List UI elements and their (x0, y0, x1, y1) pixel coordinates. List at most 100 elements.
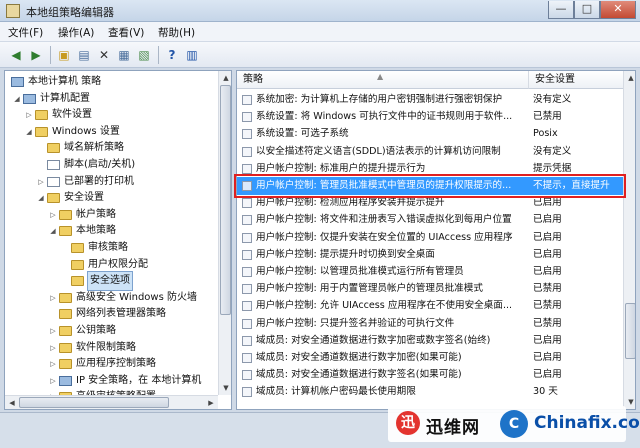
folder-icon (35, 126, 48, 137)
tree-item[interactable]: ◢ 本地策略 (5, 222, 219, 240)
collapse-icon[interactable]: ◢ (37, 189, 45, 207)
tree-hscroll-thumb[interactable] (19, 397, 169, 408)
policy-setting-icon (242, 335, 252, 346)
folder-icon (35, 110, 48, 121)
forward-arrow-icon[interactable]: ▶ (28, 47, 44, 63)
tree-item[interactable]: ▷ 已部署的打印机 (5, 173, 219, 191)
collapse-icon[interactable]: ◢ (49, 222, 57, 240)
policy-row[interactable]: 用户帐户控制: 仅提升安装在安全位置的 UIAccess 应用程序 已启用 (237, 229, 623, 247)
computer-policy-icon (11, 77, 24, 87)
policy-setting-value: 已禁用 (533, 111, 562, 123)
tree-item[interactable]: ▷ 高级安全 Windows 防火墙 (5, 289, 219, 307)
tree-vertical-scrollbar[interactable]: ▲ ▼ (218, 71, 231, 395)
printer-icon (47, 176, 60, 187)
policy-row[interactable]: 用户帐户控制: 用于内置管理员帐户的管理员批准模式 已禁用 (237, 280, 623, 298)
policy-row[interactable]: 以安全描述符定义语言(SDDL)语法表示的计算机访问限制 没有定义 (237, 143, 623, 161)
collapse-icon[interactable]: ◢ (25, 123, 33, 141)
policy-row[interactable]: 域成员: 对安全通道数据进行数字加密或数字签名(始终) 已启用 (237, 332, 623, 350)
back-arrow-icon[interactable]: ◀ (8, 47, 24, 63)
policy-row[interactable]: 用户帐户控制: 只提升签名并验证的可执行文件 已禁用 (237, 315, 623, 333)
column-header-policy[interactable]: ▲ 策略 (237, 71, 529, 89)
scroll-up-icon[interactable]: ▲ (219, 71, 231, 85)
tree-item[interactable]: 用户权限分配 (5, 256, 219, 274)
export-list-icon[interactable]: ▧ (136, 47, 152, 63)
tree-item[interactable]: ▷ 帐户策略 (5, 206, 219, 224)
policy-row[interactable]: 用户帐户控制: 标准用户的提升提示行为 提示凭据 (237, 160, 623, 178)
folder-icon (71, 276, 84, 287)
policy-row[interactable]: 用户帐户控制: 允许 UIAccess 应用程序在不使用安全桌面... 已禁用 (237, 297, 623, 315)
expand-icon[interactable]: ▷ (49, 206, 57, 224)
policy-row[interactable]: 用户帐户控制: 检测应用程序安装并提示提升 已启用 (237, 194, 623, 212)
scroll-right-icon[interactable]: ▶ (204, 396, 218, 409)
tree-item[interactable]: ▷ 软件设置 (5, 106, 219, 124)
collapse-icon[interactable]: ◢ (13, 90, 21, 108)
policy-row[interactable]: 系统加密: 为计算机上存储的用户密钥强制进行强密钥保护 没有定义 (237, 91, 623, 109)
tree-item[interactable]: 安全选项 (5, 271, 219, 292)
minimize-button[interactable]: — (548, 1, 574, 19)
tree-item-label: 本地计算机 策略 (28, 76, 102, 87)
tree-item[interactable]: ▷ 软件限制策略 (5, 339, 219, 357)
folder-icon (59, 309, 72, 320)
policy-name: 以安全描述符定义语言(SDDL)语法表示的计算机访问限制 (256, 145, 501, 157)
tree-item[interactable]: ▷ IP 安全策略，在 本地计算机 (5, 372, 219, 390)
expand-icon[interactable]: ▷ (49, 339, 57, 357)
policy-row[interactable]: 用户帐户控制: 以管理员批准模式运行所有管理员 已启用 (237, 263, 623, 281)
delete-icon[interactable]: ✕ (96, 47, 112, 63)
title-bar: 本地组策略编辑器 — □ ✕ (0, 0, 640, 22)
expand-icon[interactable]: ▷ (49, 355, 57, 373)
close-button[interactable]: ✕ (600, 1, 636, 19)
tree-item[interactable]: ▷ 公钥策略 (5, 322, 219, 340)
scroll-up-icon[interactable]: ▲ (624, 71, 635, 85)
maximize-button[interactable]: □ (574, 1, 600, 19)
menu-action[interactable]: 操作(A) (58, 25, 94, 40)
expand-icon[interactable]: ▷ (49, 372, 57, 390)
tree-item[interactable]: 本地计算机 策略 (5, 73, 219, 91)
help-icon[interactable]: ? (164, 47, 180, 63)
tree-item-label: 已部署的打印机 (64, 175, 134, 187)
list-scroll-thumb[interactable] (625, 303, 635, 359)
tree-horizontal-scrollbar[interactable]: ◀ ▶ (5, 395, 218, 409)
policy-row[interactable]: 用户帐户控制: 将文件和注册表写入错误虚拟化到每用户位置 已启用 (237, 211, 623, 229)
tree-item[interactable]: 网络列表管理器策略 (5, 305, 219, 323)
menu-file[interactable]: 文件(F) (8, 25, 43, 40)
expand-icon[interactable]: ▷ (49, 322, 57, 340)
expand-icon[interactable]: ▷ (37, 173, 45, 191)
folder-icon (59, 292, 72, 303)
policy-setting-icon (242, 112, 252, 123)
scroll-left-icon[interactable]: ◀ (5, 396, 19, 409)
policy-setting-value: 已启用 (533, 334, 562, 346)
policy-row[interactable]: 系统设置: 可选子系统 Posix (237, 125, 623, 143)
policy-row[interactable]: 域成员: 对安全通道数据进行数字加密(如果可能) 已启用 (237, 349, 623, 367)
policy-setting-icon (242, 370, 252, 381)
policy-row[interactable]: 系统设置: 将 Windows 可执行文件中的证书规则用于软件... 已禁用 (237, 108, 623, 126)
tree-pane: 本地计算机 策略 ◢ 计算机配置 ▷ 软件设置 ◢ Windows 设置 域名解析策略 脚本(启… (4, 70, 232, 410)
tree-item[interactable]: 脚本(启动/关机) (5, 156, 219, 174)
show-hide-tree-icon[interactable]: ▤ (76, 47, 92, 63)
policy-row[interactable]: 域成员: 计算机帐户密码最长使用期限 30 天 (237, 383, 623, 401)
tree-item[interactable]: ◢ 安全设置 (5, 189, 219, 207)
policy-row[interactable]: 用户帐户控制: 提示提升时切换到安全桌面 已启用 (237, 246, 623, 264)
list-vertical-scrollbar[interactable]: ▲ ▼ (623, 71, 635, 409)
properties-view-icon[interactable]: ▥ (184, 47, 200, 63)
properties-icon[interactable]: ▦ (116, 47, 132, 63)
policy-setting-icon (242, 181, 252, 191)
tree-item[interactable]: ◢ 计算机配置 (5, 90, 219, 108)
tree-item[interactable]: 审核策略 (5, 239, 219, 257)
tree-scroll-thumb[interactable] (220, 85, 231, 315)
menu-view[interactable]: 查看(V) (108, 25, 144, 40)
expand-icon[interactable]: ▷ (49, 289, 57, 307)
scroll-down-icon[interactable]: ▼ (219, 381, 231, 395)
tree-item[interactable]: ▷ 应用程序控制策略 (5, 355, 219, 373)
scroll-down-icon[interactable]: ▼ (624, 395, 635, 409)
folder-icon (71, 243, 84, 253)
policy-row[interactable]: 域成员: 对安全通道数据进行数字签名(如果可能) 已启用 (237, 366, 623, 384)
tree-item-label: 安全选项 (87, 271, 133, 292)
up-folder-icon[interactable]: ▣ (56, 47, 72, 63)
tree-item[interactable]: ◢ Windows 设置 (5, 123, 219, 141)
tree-item[interactable]: 域名解析策略 (5, 139, 219, 157)
policy-setting-value: 没有定义 (533, 145, 572, 157)
policy-row[interactable]: 用户帐户控制: 管理员批准模式中管理员的提升权限提示的... 不提示，直接提升 (237, 177, 623, 195)
expand-icon[interactable]: ▷ (25, 106, 33, 124)
menu-help[interactable]: 帮助(H) (158, 25, 195, 40)
column-header-setting[interactable]: 安全设置 (529, 71, 623, 89)
